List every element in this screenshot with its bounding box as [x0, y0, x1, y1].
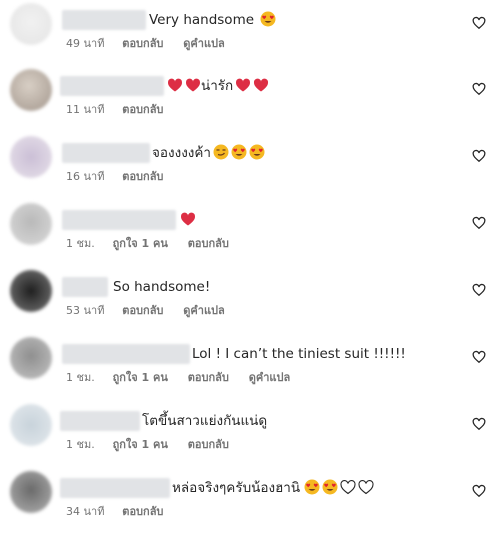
reply-button[interactable]: ตอบกลับ [122, 170, 163, 183]
reply-button[interactable]: ตอบกลับ [122, 103, 163, 116]
red-heart-emoji-icon [185, 78, 201, 92]
username-blurred[interactable] [60, 478, 170, 498]
avatar[interactable] [10, 404, 52, 446]
avatar[interactable] [10, 69, 52, 111]
comment-text: น่ารัก [165, 76, 269, 96]
timestamp: 1 ชม. [66, 237, 95, 250]
comment-item: So handsome! 53 นาที ตอบกลับ ดูคำแปล [0, 267, 496, 334]
timestamp: 11 นาที [66, 103, 105, 116]
like-heart-icon[interactable] [472, 82, 486, 96]
likes-count[interactable]: ถูกใจ 1 คน [113, 371, 168, 384]
comment-meta: 1 ชม. ถูกใจ 1 คน ตอบกลับ [66, 237, 245, 251]
comment-item: จองงงงค้า 16 นาที ตอบกลับ [0, 133, 496, 200]
comment-item: Lol ! I can’t the tiniest suit !!!!!! 1 … [0, 334, 496, 401]
avatar[interactable] [10, 471, 52, 513]
username-blurred[interactable] [62, 143, 150, 163]
heart-eyes-emoji-icon [322, 479, 338, 495]
avatar[interactable] [10, 337, 52, 379]
comment-meta: 11 นาที ตอบกลับ [66, 103, 179, 117]
username-blurred[interactable] [62, 277, 108, 297]
heart-eyes-emoji-icon [304, 479, 320, 495]
timestamp: 1 ชม. [66, 438, 95, 451]
timestamp: 53 นาที [66, 304, 105, 317]
timestamp: 1 ชม. [66, 371, 95, 384]
comment-meta: 34 นาที ตอบกลับ [66, 505, 179, 519]
comment-meta: 1 ชม. ถูกใจ 1 คน ตอบกลับ [66, 438, 245, 452]
username-blurred[interactable] [62, 210, 176, 230]
likes-count[interactable]: ถูกใจ 1 คน [113, 438, 168, 451]
like-heart-icon[interactable] [472, 350, 486, 364]
translate-button[interactable]: ดูคำแปล [183, 304, 225, 317]
heart-eyes-emoji-icon [231, 144, 247, 160]
white-heart-emoji-icon [340, 480, 356, 495]
likes-count[interactable]: ถูกใจ 1 คน [113, 237, 168, 250]
username-blurred[interactable] [62, 344, 190, 364]
heart-eyes-emoji-icon [249, 144, 265, 160]
comment-text: โตขึ้นสาวแย่งกันแน่ดู [142, 413, 268, 429]
comment-meta: 53 นาที ตอบกลับ ดูคำแปล [66, 304, 241, 318]
comment-text [178, 210, 196, 230]
username-blurred[interactable] [60, 76, 164, 96]
like-heart-icon[interactable] [472, 149, 486, 163]
like-heart-icon[interactable] [472, 216, 486, 230]
like-heart-icon[interactable] [472, 283, 486, 297]
comment-text: จองงงงค้า [152, 143, 265, 163]
timestamp: 16 นาที [66, 170, 105, 183]
avatar[interactable] [10, 270, 52, 312]
comment-item: 1 ชม. ถูกใจ 1 คน ตอบกลับ [0, 200, 496, 267]
red-heart-emoji-icon [236, 78, 251, 92]
comment-item: น่ารัก 11 นาที ตอบกลับ [0, 66, 496, 133]
comment-item: หล่อจริงๆครับน้องฮานิ 34 นาที ตอบกลับ [0, 468, 496, 535]
reply-button[interactable]: ตอบกลับ [188, 371, 229, 384]
comment-meta: 49 นาที ตอบกลับ ดูคำแปล [66, 37, 241, 51]
reply-button[interactable]: ตอบกลับ [188, 237, 229, 250]
avatar[interactable] [10, 136, 52, 178]
comment-text: So handsome! [113, 279, 211, 295]
like-heart-icon[interactable] [472, 484, 486, 498]
like-heart-icon[interactable] [472, 417, 486, 431]
reply-button[interactable]: ตอบกลับ [188, 438, 229, 451]
timestamp: 49 นาที [66, 37, 105, 50]
heart-eyes-emoji-icon [260, 11, 276, 27]
comment-text: Very handsome [149, 10, 276, 30]
like-heart-icon[interactable] [472, 16, 486, 30]
avatar[interactable] [10, 3, 52, 45]
red-heart-emoji-icon [254, 78, 269, 92]
reply-button[interactable]: ตอบกลับ [122, 505, 163, 518]
red-heart-emoji-icon [167, 78, 183, 92]
comment-list: Very handsome 49 นาที ตอบกลับ ดูคำแปล น่… [0, 0, 496, 531]
comment-item: โตขึ้นสาวแย่งกันแน่ดู 1 ชม. ถูกใจ 1 คน ต… [0, 401, 496, 468]
translate-button[interactable]: ดูคำแปล [249, 371, 291, 384]
comment-text: หล่อจริงๆครับน้องฮานิ [172, 478, 374, 498]
comment-meta: 16 นาที ตอบกลับ [66, 170, 179, 184]
reply-button[interactable]: ตอบกลับ [122, 304, 163, 317]
comment-item: Very handsome 49 นาที ตอบกลับ ดูคำแปล [0, 0, 496, 67]
username-blurred[interactable] [60, 411, 140, 431]
comment-meta: 1 ชม. ถูกใจ 1 คน ตอบกลับ ดูคำแปล [66, 371, 306, 385]
username-blurred[interactable] [62, 10, 146, 30]
white-heart-emoji-icon [358, 480, 374, 495]
translate-button[interactable]: ดูคำแปล [183, 37, 225, 50]
timestamp: 34 นาที [66, 505, 105, 518]
avatar[interactable] [10, 203, 52, 245]
red-heart-emoji-icon [180, 212, 196, 226]
comment-text: Lol ! I can’t the tiniest suit !!!!!! [192, 346, 406, 362]
smirk-emoji-icon [213, 144, 229, 160]
reply-button[interactable]: ตอบกลับ [122, 37, 163, 50]
